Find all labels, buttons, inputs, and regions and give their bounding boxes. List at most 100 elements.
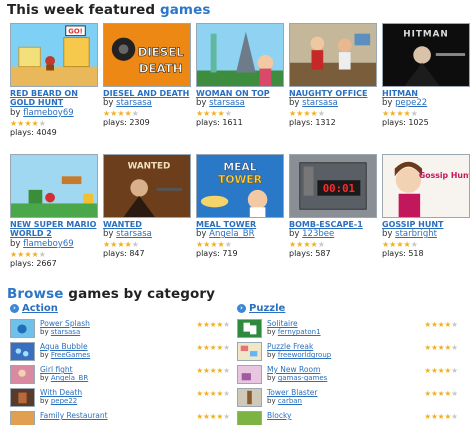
game-byline: by 123bee (289, 229, 335, 239)
list-item[interactable]: Solitaire by fernypaton1 ★★★★★ (237, 318, 458, 339)
game-title-link[interactable]: Family Restaurant (40, 411, 108, 420)
rating-stars: ★★★★★ (424, 389, 458, 398)
game-byline: by starsasa (103, 229, 152, 239)
game-title-link[interactable]: My New Room (267, 365, 320, 374)
game-thumbnail[interactable] (289, 23, 377, 87)
game-mini-thumbnail[interactable] (10, 319, 35, 338)
list-item[interactable]: Blocky ★★★★★ (237, 410, 458, 425)
game-thumbnail[interactable] (196, 23, 284, 87)
game-mini-thumbnail[interactable] (10, 388, 35, 407)
game-card[interactable]: WOMAN ON TOP by starsasa ★★★★★ plays: 16… (196, 23, 284, 128)
thumb-title-text: MEAL (223, 161, 256, 174)
featured-games-heading: This week featured games (7, 2, 211, 18)
author-link[interactable]: starsasa (116, 229, 152, 239)
game-title-link[interactable]: Aqua Bubble (40, 342, 88, 351)
rating-stars: ★★★★★ (196, 109, 232, 118)
game-title-link[interactable]: WOMAN ON TOP (196, 89, 284, 98)
game-title-link[interactable]: BOMB-ESCAPE-1 (289, 220, 377, 229)
game-title-link[interactable]: Girl fight (40, 365, 73, 374)
author-link[interactable]: pepe22 (395, 98, 427, 108)
rating-stars: ★★★★★ (196, 412, 230, 421)
game-title-link[interactable]: NAUGHTY OFFICE (289, 89, 377, 98)
author-link[interactable]: starsasa (116, 98, 152, 108)
game-card[interactable]: Gossip Hunt GOSSIP HUNT by starbright ★★… (382, 154, 470, 259)
rating-stars: ★★★★★ (289, 240, 325, 249)
game-title-link[interactable]: MEAL TOWER (196, 220, 284, 229)
game-card[interactable]: NEW SUPER MARIO WORLD 2 by flameboy69 ★★… (10, 154, 98, 269)
game-title-link[interactable]: RED BEARD ON GOLD HUNT (10, 89, 98, 108)
game-thumbnail[interactable]: GO! (10, 23, 98, 87)
plays-count: plays: 2309 (103, 118, 150, 127)
author-link[interactable]: gamas-games (278, 374, 328, 382)
author-link[interactable]: freeworldgroup (278, 351, 331, 359)
game-thumbnail[interactable]: WANTED (103, 154, 191, 218)
game-thumbnail[interactable]: MEAL TOWER (196, 154, 284, 218)
author-link[interactable]: Angela_BR (51, 374, 88, 382)
game-mini-thumbnail[interactable] (10, 365, 35, 384)
list-item[interactable]: My New Room by gamas-games ★★★★★ (237, 364, 458, 385)
author-link[interactable]: flameboy69 (23, 239, 74, 249)
list-item[interactable]: With Death by pepe22 ★★★★★ (10, 387, 230, 408)
game-title-link[interactable]: Tower Blaster (267, 388, 317, 397)
plays-count: plays: 1025 (382, 118, 429, 127)
list-item[interactable]: Power Splash by starsasa ★★★★★ (10, 318, 230, 339)
game-thumbnail[interactable]: HITMAN (382, 23, 470, 87)
author-link[interactable]: starbright (395, 229, 437, 239)
game-title-link[interactable]: WANTED (103, 220, 191, 229)
game-card[interactable]: DIESEL DEATH DIESEL AND DEATH by starsas… (103, 23, 191, 128)
list-item[interactable]: Family Restaurant ★★★★★ (10, 410, 230, 425)
category-link-puzzle[interactable]: › Puzzle (237, 303, 285, 314)
arrow-right-icon: › (237, 304, 246, 313)
author-link[interactable]: 123bee (302, 229, 334, 239)
author-link[interactable]: carban (278, 397, 302, 405)
category-link-action[interactable]: › Action (10, 303, 58, 314)
game-card[interactable]: WANTED WANTED by starsasa ★★★★★ plays: 8… (103, 154, 191, 259)
game-title-link[interactable]: Power Splash (40, 319, 90, 328)
game-title-link[interactable]: NEW SUPER MARIO WORLD 2 (10, 220, 98, 239)
author-link[interactable]: FreeGames (51, 351, 90, 359)
game-title-link[interactable]: HITMAN (382, 89, 470, 98)
game-title-link[interactable]: With Death (40, 388, 82, 397)
author-link[interactable]: starsasa (209, 98, 245, 108)
list-item[interactable]: Tower Blaster by carban ★★★★★ (237, 387, 458, 408)
game-title-link[interactable]: Blocky (267, 411, 291, 420)
game-byline: by FreeGames (40, 351, 91, 359)
game-mini-thumbnail[interactable] (10, 411, 35, 425)
game-title-link[interactable]: Solitaire (267, 319, 298, 328)
author-link[interactable]: fernypaton1 (278, 328, 321, 336)
list-item[interactable]: Girl fight by Angela_BR ★★★★★ (10, 364, 230, 385)
game-title-link[interactable]: Puzzle Freak (267, 342, 313, 351)
author-link[interactable]: Angela_BR (209, 229, 254, 239)
list-item[interactable]: Puzzle Freak by freeworldgroup ★★★★★ (237, 341, 458, 362)
game-mini-thumbnail[interactable] (237, 388, 262, 407)
author-link[interactable]: flameboy69 (23, 108, 74, 118)
game-mini-thumbnail[interactable] (237, 342, 262, 361)
author-link[interactable]: starsasa (302, 98, 338, 108)
game-title-link[interactable]: DIESEL AND DEATH (103, 89, 191, 98)
game-card[interactable]: GO! RED BEARD ON GOLD HUNT by flameboy69… (10, 23, 98, 138)
game-mini-thumbnail[interactable] (10, 342, 35, 361)
game-byline: by fernypaton1 (267, 328, 321, 336)
game-mini-thumbnail[interactable] (237, 319, 262, 338)
author-link[interactable]: pepe22 (51, 397, 77, 405)
game-mini-thumbnail[interactable] (237, 411, 262, 425)
game-title-link[interactable]: GOSSIP HUNT (382, 220, 470, 229)
game-thumbnail[interactable] (10, 154, 98, 218)
list-item[interactable]: Aqua Bubble by FreeGames ★★★★★ (10, 341, 230, 362)
game-card[interactable]: 00:01 BOMB-ESCAPE-1 by 123bee ★★★★★ play… (289, 154, 377, 259)
game-mini-thumbnail[interactable] (237, 365, 262, 384)
arrow-right-icon: › (10, 304, 19, 313)
game-thumbnail[interactable]: DIESEL DEATH (103, 23, 191, 87)
author-link[interactable]: starsasa (51, 328, 80, 336)
game-byline: by Angela_BR (40, 374, 89, 382)
thumb-title-text: HITMAN (403, 30, 448, 40)
rating-stars: ★★★★★ (103, 109, 139, 118)
game-card[interactable]: NAUGHTY OFFICE by starsasa ★★★★★ plays: … (289, 23, 377, 128)
game-card[interactable]: HITMAN HITMAN by pepe22 ★★★★★ plays: 102… (382, 23, 470, 128)
game-thumbnail[interactable]: 00:01 (289, 154, 377, 218)
game-card[interactable]: MEAL TOWER MEAL TOWER by Angela_BR ★★★★★… (196, 154, 284, 259)
browse-heading: Browse games by category (7, 286, 216, 302)
plays-count: plays: 587 (289, 249, 331, 258)
game-thumbnail[interactable]: Gossip Hunt (382, 154, 470, 218)
rating-stars: ★★★★★ (424, 320, 458, 329)
